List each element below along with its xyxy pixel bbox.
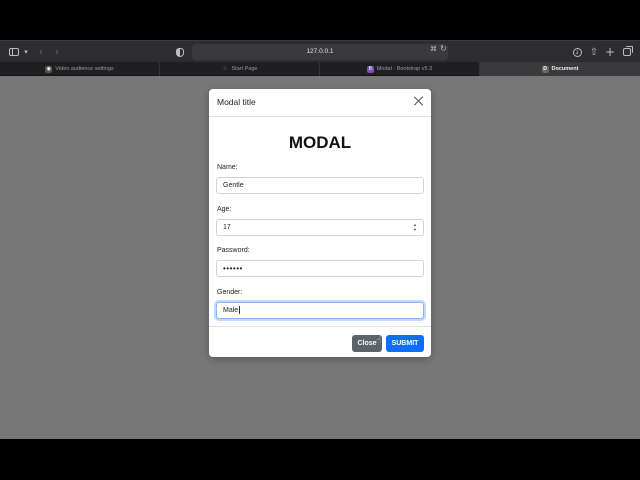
tab-label: Video audience settings xyxy=(55,66,114,72)
tab-bootstrap-modal[interactable]: B Modal · Bootstrap v5.3 xyxy=(320,62,480,76)
tabs-icon[interactable] xyxy=(621,45,633,59)
top-black-bar xyxy=(0,0,640,40)
download-glyph: ↓ xyxy=(572,47,582,57)
age-value: 17 xyxy=(223,224,231,231)
tab-start-page[interactable]: ☆ Start Page xyxy=(160,62,320,76)
name-input[interactable]: Gentle xyxy=(216,177,424,194)
password-label: Password: xyxy=(217,247,250,254)
address-text: 127.0.0.1 xyxy=(306,48,334,55)
name-label: Name: xyxy=(217,164,238,171)
text-caret xyxy=(239,306,240,315)
modal-dialog: Modal title MODAL Name: Gentle Age: 17 ▲… xyxy=(209,89,431,357)
modal-heading: MODAL xyxy=(288,133,352,152)
bootstrap-icon: B xyxy=(366,65,374,73)
chevron-down-icon[interactable]: ▾ xyxy=(22,45,30,59)
pointer-cursor-icon: ☝ xyxy=(376,336,382,346)
tab-document[interactable]: D Document xyxy=(480,62,640,76)
number-stepper[interactable]: ▲ ▼ xyxy=(413,223,418,232)
tab-video-audience-settings[interactable]: ◉ Video audience settings xyxy=(0,62,160,76)
address-bar[interactable]: 127.0.0.1 xyxy=(192,44,448,60)
tab-strip: ◉ Video audience settings ☆ Start Page B… xyxy=(0,62,640,76)
tab-favicon-icon: ◉ xyxy=(45,65,53,73)
sidebar-icon[interactable] xyxy=(8,45,20,59)
modal-title: Modal title xyxy=(217,97,256,107)
gender-label: Gender: xyxy=(217,289,243,296)
tab-label: Modal · Bootstrap v5.3 xyxy=(376,66,433,72)
tab-label: Start Page xyxy=(231,66,258,72)
download-icon[interactable]: ↓ xyxy=(572,45,582,59)
shield-icon[interactable] xyxy=(175,45,185,59)
plus-icon[interactable]: + xyxy=(605,45,615,59)
chevron-right-icon[interactable]: › xyxy=(52,45,62,59)
star-icon: ☆ xyxy=(222,66,228,72)
age-input[interactable]: 17 ▲ ▼ xyxy=(216,219,424,236)
stepper-down-icon[interactable]: ▼ xyxy=(413,228,418,232)
bottom-black-bar xyxy=(0,439,640,480)
modal-header: Modal title xyxy=(209,89,431,117)
chevron-left-icon[interactable]: ‹ xyxy=(36,45,46,59)
modal-footer: Close SUBMIT xyxy=(209,326,431,357)
reload-icon[interactable]: ↻ xyxy=(440,44,447,53)
close-icon[interactable] xyxy=(414,96,424,106)
gender-input[interactable]: Male xyxy=(216,302,424,319)
age-label: Age: xyxy=(217,206,232,213)
gender-value: Male xyxy=(223,307,239,314)
submit-button[interactable]: SUBMIT xyxy=(386,335,424,352)
tab-label: Document xyxy=(551,66,579,72)
password-input[interactable]: •••••• xyxy=(216,260,424,277)
translate-icon[interactable]: ⌘ xyxy=(430,45,437,53)
document-icon: D xyxy=(541,65,549,73)
share-icon[interactable]: ⇧ xyxy=(589,45,599,59)
browser-toolbar: ▾ ‹ › 127.0.0.1 ⌘ ↻ ↓ ⇧ + xyxy=(0,40,640,62)
